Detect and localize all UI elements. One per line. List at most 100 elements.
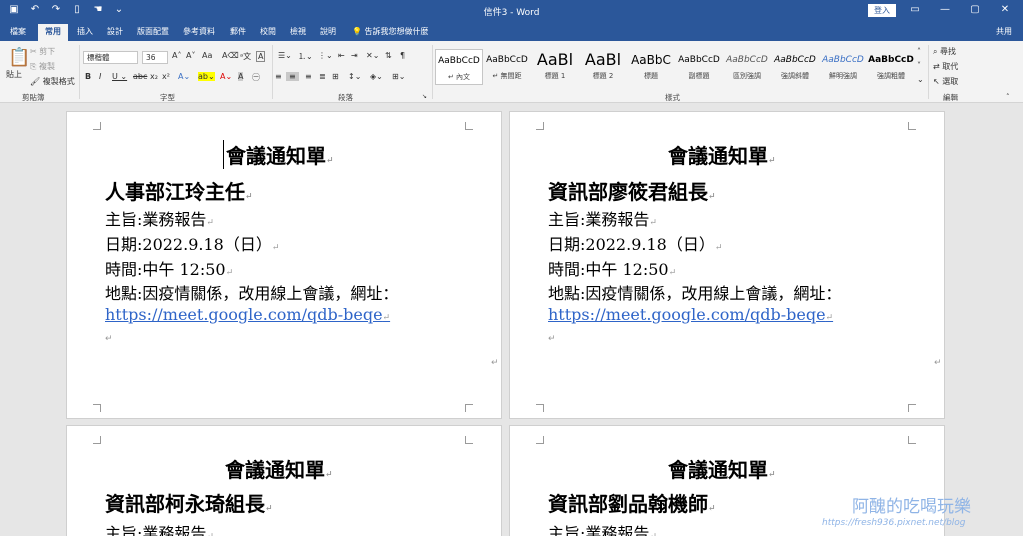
style-intense-emphasis[interactable]: AaBbCcD 鮮明強調 (819, 49, 867, 85)
tab-mailings[interactable]: 郵件 (230, 26, 246, 37)
italic-icon[interactable]: I (99, 72, 101, 81)
shrink-font-icon[interactable]: A˅ (186, 51, 195, 60)
find-button[interactable]: ⌕ 尋找 (933, 46, 956, 57)
page-title: 會議通知單↵ (668, 458, 776, 482)
styles-scroll-down-icon[interactable]: ˅ (917, 61, 921, 70)
increase-indent-icon[interactable]: ⇥ (351, 51, 358, 60)
copy-button[interactable]: ⎘ 複製 (30, 61, 55, 72)
paragraph-mark: ↵ (326, 156, 334, 166)
minimize-icon[interactable]: — (930, 3, 960, 17)
style-subtle-emphasis[interactable]: AaBbCcD 區別強調 (723, 49, 771, 85)
margin-mark (465, 404, 473, 412)
distributed-icon[interactable]: ⊞ (332, 72, 339, 81)
font-name-combo[interactable]: 標楷體 (83, 51, 138, 64)
style-normal[interactable]: AaBbCcD ↵ 內文 (435, 49, 483, 85)
align-center-icon[interactable]: ≡ (286, 72, 299, 81)
decrease-indent-icon[interactable]: ⇤ (338, 51, 345, 60)
borders-icon[interactable]: ⊞⌄ (392, 72, 405, 81)
close-icon[interactable]: ✕ (990, 3, 1020, 17)
multilevel-list-icon[interactable]: ⋮⌄ (318, 51, 333, 60)
label-page-1[interactable]: 會議通知單↵ 人事部江玲主任↵ 主旨:業務報告↵ 日期:2022.9.18（日）… (66, 111, 502, 419)
shading-icon[interactable]: ◈⌄ (370, 72, 383, 81)
date-line: 日期:2022.9.18（日）↵ (548, 235, 723, 254)
justify-icon[interactable]: ≣ (316, 72, 329, 81)
maximize-icon[interactable]: ▢ (960, 3, 990, 17)
change-case-icon[interactable]: Aa (202, 51, 212, 60)
label-page-2[interactable]: 會議通知單↵ 資訊部廖筱君組長↵ 主旨:業務報告↵ 日期:2022.9.18（日… (509, 111, 945, 419)
style-title[interactable]: AaBbC 標題 (627, 49, 675, 85)
ribbon-tabs: 檔案 常用 插入 設計 版面配置 參考資料 郵件 校閱 檢視 說明 💡 告訴我您… (0, 22, 1023, 41)
share-button[interactable]: 共用 (996, 26, 1012, 37)
paste-button[interactable]: 貼上 (6, 69, 22, 80)
line-spacing-icon[interactable]: ↕⌄ (348, 72, 361, 81)
replace-button[interactable]: ⇄ 取代 (933, 61, 958, 72)
highlight-icon[interactable]: ab⌄ (198, 72, 215, 81)
tab-help[interactable]: 說明 (320, 26, 336, 37)
label-page-3[interactable]: 會議通知單↵ 資訊部柯永琦組長↵ 主旨:業務報告↵ (66, 425, 502, 536)
style-heading-1[interactable]: AaBl 標題 1 (531, 49, 579, 85)
enclose-char-icon[interactable]: ㊀ (252, 72, 260, 83)
sort-icon[interactable]: ⇅ (385, 51, 392, 60)
font-size-combo[interactable]: 36 (142, 51, 168, 64)
login-button[interactable]: 登入 (868, 4, 896, 17)
paragraph-dialog-launcher-icon[interactable]: ↘ (422, 93, 427, 100)
show-marks-icon[interactable]: ¶ (400, 51, 405, 60)
tab-insert[interactable]: 插入 (77, 26, 93, 37)
date-line: 日期:2022.9.18（日）↵ (105, 235, 280, 254)
cut-button[interactable]: ✂ 剪下 (30, 46, 55, 57)
superscript-icon[interactable]: x² (162, 72, 170, 81)
paragraph-mark: ↵ (206, 532, 214, 536)
style-no-spacing[interactable]: AaBbCcD ↵ 無間距 (483, 49, 531, 85)
font-group-label: 字型 (160, 93, 175, 102)
group-separator (432, 45, 433, 99)
ribbon: 📋 貼上 ✂ 剪下 ⎘ 複製 🖌 複製格式 剪貼簿 標楷體 36 A˄ A˅ A… (0, 41, 1023, 103)
group-separator (928, 45, 929, 99)
tell-me-search[interactable]: 💡 告訴我您想做什麼 (352, 26, 429, 37)
document-area[interactable]: 會議通知單↵ 人事部江玲主任↵ 主旨:業務報告↵ 日期:2022.9.18（日）… (0, 104, 1023, 536)
styles-scroll-up-icon[interactable]: ˄ (917, 47, 921, 56)
ribbon-display-options-icon[interactable]: ▭ (900, 3, 930, 17)
tab-layout[interactable]: 版面配置 (137, 26, 169, 37)
bold-icon[interactable]: B (85, 72, 91, 81)
char-border-icon[interactable]: A (256, 51, 266, 62)
numbering-icon[interactable]: ⒈⌄ (298, 51, 313, 62)
paragraph-mark: ↵ (225, 268, 234, 278)
tab-design[interactable]: 設計 (107, 26, 123, 37)
subscript-icon[interactable]: x₂ (150, 72, 158, 81)
paragraph-mark: ↵ (768, 156, 776, 166)
style-strong[interactable]: AaBbCcD 強調粗體 (867, 49, 915, 85)
tab-view[interactable]: 檢視 (290, 26, 306, 37)
align-left-icon[interactable]: ≡ (272, 72, 285, 81)
brush-icon: 🖌 (30, 77, 41, 86)
style-heading-2[interactable]: AaBl 標題 2 (579, 49, 627, 85)
strikethrough-icon[interactable]: abc (133, 72, 147, 81)
editing-group-label: 編輯 (943, 93, 958, 102)
tab-review[interactable]: 校閱 (260, 26, 276, 37)
font-color-icon[interactable]: A⌄ (220, 72, 232, 81)
paragraph-mark: ↵ (649, 218, 657, 228)
grow-font-icon[interactable]: A˄ (172, 51, 181, 60)
text-effects-icon[interactable]: A⌄ (178, 72, 190, 81)
meeting-link[interactable]: https://meet.google.com/qdb-beqe↵ (548, 305, 833, 324)
margin-mark (93, 404, 101, 412)
paste-icon[interactable]: 📋 (8, 47, 30, 68)
style-subtitle[interactable]: AaBbCcD 副標題 (675, 49, 723, 85)
time-line: 時間:中午 12:50↵ (548, 260, 677, 279)
style-emphasis[interactable]: AaBbCcD 強調斜體 (771, 49, 819, 85)
tab-file[interactable]: 檔案 (10, 26, 26, 37)
clear-format-icon[interactable]: A⌫ (222, 51, 239, 60)
bullets-icon[interactable]: ☰⌄ (278, 51, 292, 60)
tab-references[interactable]: 參考資料 (183, 26, 215, 37)
collapse-ribbon-icon[interactable]: ˄ (1006, 93, 1010, 101)
vertical-scrollbar[interactable] (1012, 104, 1023, 536)
underline-icon[interactable]: U ⌄ (112, 72, 127, 81)
align-right-icon[interactable]: ≡ (302, 72, 315, 81)
phonetic-guide-icon[interactable]: ᵃ文 (240, 51, 251, 62)
char-shading-icon[interactable]: A (238, 72, 244, 81)
tab-home[interactable]: 常用 (38, 24, 68, 41)
select-button[interactable]: ↖ 選取 (933, 76, 958, 87)
chinese-layout-icon[interactable]: ✕⌄ (366, 51, 379, 60)
meeting-link[interactable]: https://meet.google.com/qdb-beqe↵ (105, 305, 390, 324)
styles-more-icon[interactable]: ⌄ (917, 75, 924, 84)
format-painter-button[interactable]: 🖌 複製格式 (30, 76, 75, 87)
